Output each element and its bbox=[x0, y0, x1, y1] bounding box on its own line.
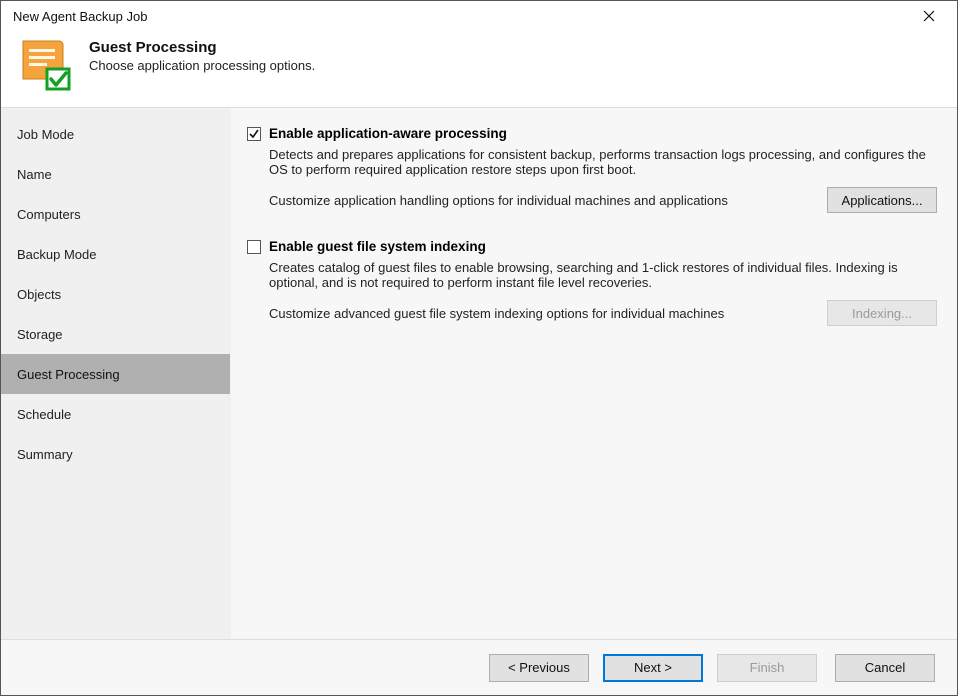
sidebar-step-name[interactable]: Name bbox=[1, 154, 230, 194]
body: Job Mode Name Computers Backup Mode Obje… bbox=[1, 108, 957, 639]
sidebar-step-objects[interactable]: Objects bbox=[1, 274, 230, 314]
sidebar-step-label: Backup Mode bbox=[17, 247, 97, 262]
applications-button[interactable]: Applications... bbox=[827, 187, 937, 213]
wizard-icon bbox=[17, 37, 73, 93]
checkbox-app-aware[interactable] bbox=[247, 127, 261, 141]
page-title: Guest Processing bbox=[89, 39, 315, 56]
sidebar-step-schedule[interactable]: Schedule bbox=[1, 394, 230, 434]
content-panel: Enable application-aware processing Dete… bbox=[231, 108, 957, 639]
option-indexing-customize-text: Customize advanced guest file system ind… bbox=[269, 306, 815, 321]
indexing-button: Indexing... bbox=[827, 300, 937, 326]
previous-button[interactable]: < Previous bbox=[489, 654, 589, 682]
header: Guest Processing Choose application proc… bbox=[1, 31, 957, 108]
close-button[interactable] bbox=[909, 1, 949, 31]
dialog-window: New Agent Backup Job Guest Processing Ch… bbox=[0, 0, 958, 696]
sidebar-step-storage[interactable]: Storage bbox=[1, 314, 230, 354]
sidebar-steps: Job Mode Name Computers Backup Mode Obje… bbox=[1, 108, 231, 639]
option-indexing-label[interactable]: Enable guest file system indexing bbox=[269, 239, 486, 254]
checkmark-icon bbox=[249, 129, 259, 139]
sidebar-step-label: Storage bbox=[17, 327, 63, 342]
sidebar-step-computers[interactable]: Computers bbox=[1, 194, 230, 234]
option-app-aware: Enable application-aware processing Dete… bbox=[247, 126, 937, 213]
option-app-aware-label[interactable]: Enable application-aware processing bbox=[269, 126, 507, 141]
checkbox-indexing[interactable] bbox=[247, 240, 261, 254]
sidebar-step-label: Schedule bbox=[17, 407, 71, 422]
sidebar-step-label: Job Mode bbox=[17, 127, 74, 142]
option-app-aware-desc: Detects and prepares applications for co… bbox=[269, 147, 937, 177]
sidebar-step-label: Guest Processing bbox=[17, 367, 120, 382]
option-indexing-desc: Creates catalog of guest files to enable… bbox=[269, 260, 937, 290]
sidebar-step-summary[interactable]: Summary bbox=[1, 434, 230, 474]
cancel-button[interactable]: Cancel bbox=[835, 654, 935, 682]
titlebar: New Agent Backup Job bbox=[1, 1, 957, 31]
window-title: New Agent Backup Job bbox=[13, 9, 147, 24]
option-app-aware-customize-text: Customize application handling options f… bbox=[269, 193, 815, 208]
sidebar-step-job-mode[interactable]: Job Mode bbox=[1, 114, 230, 154]
sidebar-step-label: Name bbox=[17, 167, 52, 182]
finish-button: Finish bbox=[717, 654, 817, 682]
header-text: Guest Processing Choose application proc… bbox=[89, 37, 315, 73]
sidebar-step-label: Objects bbox=[17, 287, 61, 302]
next-button[interactable]: Next > bbox=[603, 654, 703, 682]
sidebar-step-label: Summary bbox=[17, 447, 73, 462]
footer: < Previous Next > Finish Cancel bbox=[1, 639, 957, 695]
sidebar-step-guest-processing[interactable]: Guest Processing bbox=[1, 354, 230, 394]
option-indexing: Enable guest file system indexing Create… bbox=[247, 239, 937, 326]
sidebar-step-backup-mode[interactable]: Backup Mode bbox=[1, 234, 230, 274]
close-icon bbox=[923, 10, 935, 22]
page-subtitle: Choose application processing options. bbox=[89, 58, 315, 73]
sidebar-step-label: Computers bbox=[17, 207, 81, 222]
